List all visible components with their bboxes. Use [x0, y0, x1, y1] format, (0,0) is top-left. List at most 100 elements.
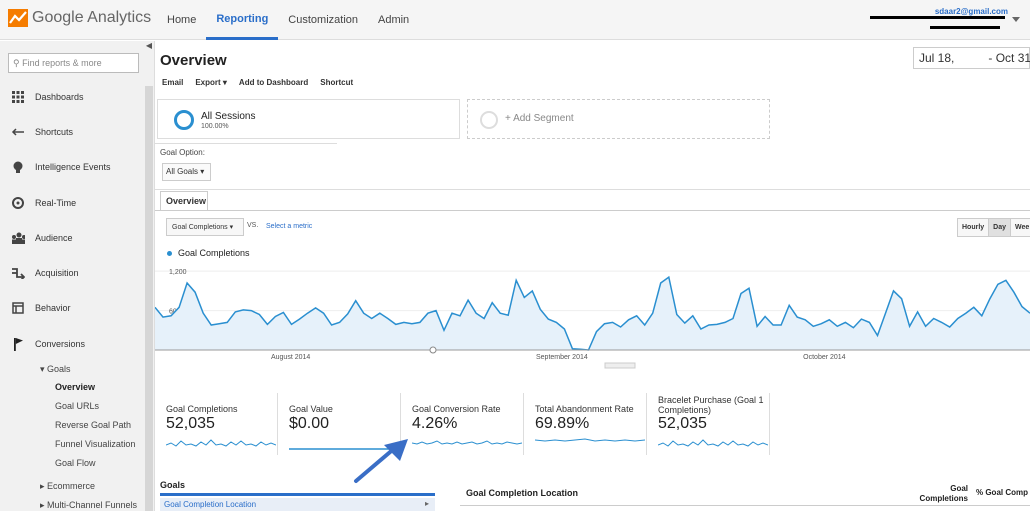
email-button[interactable]: Email — [162, 78, 183, 87]
nav-customization[interactable]: Customization — [278, 0, 368, 40]
scorecard-goal-conversion-rate[interactable]: Goal Conversion Rate 4.26% — [406, 393, 524, 455]
scorecard-value: $0.00 — [289, 415, 330, 432]
google-analytics-logo[interactable]: Google Analytics — [8, 9, 151, 27]
date-end: - Oct 31 — [988, 51, 1030, 65]
date-range-picker[interactable]: Jul 18, - Oct 31 — [913, 47, 1030, 69]
sidebar-item-ecommerce[interactable]: ▸ Ecommerce — [40, 481, 95, 492]
scorecards: Goal Completions 52,035 Goal Value $0.00… — [160, 393, 1030, 455]
scorecard-value: 69.89% — [535, 415, 590, 432]
scorecard-title: Bracelet Purchase (Goal 1 Completions) — [658, 395, 764, 415]
date-start: Jul 18, — [919, 51, 955, 65]
x-tick-label: August 2014 — [271, 354, 310, 361]
sidebar-item-label: Dashboards — [35, 92, 84, 102]
chart-legend: Goal Completions — [167, 248, 250, 258]
flag-icon — [11, 337, 25, 351]
sidebar-item-label: Audience — [35, 233, 73, 243]
sidebar-item-goals[interactable]: ▾ Goals — [40, 364, 71, 375]
chevron-right-icon: ▸ — [424, 499, 429, 508]
collapse-sidebar-icon[interactable]: ◀ — [144, 41, 154, 55]
analytics-logo-icon — [8, 9, 28, 27]
add-segment-circle-icon — [480, 111, 498, 129]
divider — [155, 210, 1030, 211]
segment-all-sessions[interactable]: All Sessions 100.00% — [157, 99, 460, 139]
sidebar-item-real-time[interactable]: Real-Time — [0, 191, 145, 215]
sidebar-item-acquisition[interactable]: Acquisition — [0, 261, 145, 285]
clock-icon — [11, 196, 25, 210]
people-icon — [11, 231, 25, 245]
segment-label: All Sessions — [201, 111, 256, 122]
account-dropdown-icon[interactable] — [1012, 17, 1020, 22]
add-to-dashboard-button[interactable]: Add to Dashboard — [239, 78, 308, 87]
behavior-window-icon — [11, 301, 25, 315]
redaction-bar — [870, 16, 1005, 19]
sidebar-item-multi-channel-funnels[interactable]: ▸ Multi-Channel Funnels — [40, 500, 137, 511]
sidebar-subitem-goal-flow[interactable]: Goal Flow — [55, 458, 96, 468]
shortcut-button[interactable]: Shortcut — [320, 78, 353, 87]
sidebar-subitem-reverse-goal-path[interactable]: Reverse Goal Path — [55, 420, 131, 430]
goal-option-select[interactable]: All Goals ▾ — [162, 163, 211, 181]
week-button[interactable]: Wee — [1011, 219, 1030, 236]
sidebar-item-intelligence-events[interactable]: Intelligence Events — [0, 155, 145, 179]
sidebar-item-audience[interactable]: Audience — [0, 226, 145, 250]
scorecard-value: 4.26% — [412, 415, 458, 432]
add-segment-button[interactable]: + Add Segment — [467, 99, 770, 139]
account-email[interactable]: sdaar2@gmail.com — [935, 7, 1008, 16]
sidebar-subitem-funnel-visualization[interactable]: Funnel Visualization — [55, 439, 135, 449]
sidebar-item-dashboards[interactable]: Dashboards — [0, 85, 145, 109]
sidebar: ⚲ Find reports & more ◀ Dashboards Short… — [0, 41, 155, 511]
goals-row-completion-location[interactable]: Goal Completion Location ▸ — [160, 498, 435, 511]
vs-label: VS. — [247, 222, 259, 229]
sidebar-item-label: Behavior — [35, 303, 71, 313]
divider — [155, 143, 337, 144]
tab-overview[interactable]: Overview — [160, 191, 208, 211]
legend-label: Goal Completions — [178, 248, 250, 258]
x-tick-label: October 2014 — [803, 354, 846, 361]
scorecard-value: 52,035 — [166, 415, 215, 432]
scorecard-total-abandonment-rate[interactable]: Total Abandonment Rate 69.89% — [529, 393, 647, 455]
day-button[interactable]: Day — [989, 219, 1012, 236]
nav-reporting[interactable]: Reporting — [206, 0, 279, 40]
report-toolbar: Email Export ▾ Add to Dashboard Shortcut — [162, 78, 365, 87]
sidebar-scrollbar[interactable] — [145, 86, 153, 511]
sidebar-item-label: Intelligence Events — [35, 162, 111, 172]
redaction-bar — [930, 26, 1000, 29]
sidebar-item-label: Real-Time — [35, 198, 77, 208]
export-button[interactable]: Export ▾ — [195, 78, 227, 87]
lightbulb-icon — [11, 160, 25, 174]
nav-home[interactable]: Home — [157, 0, 206, 40]
segment-circle-icon — [174, 110, 194, 130]
column-header-location[interactable]: Goal Completion Location — [466, 488, 578, 498]
sidebar-item-conversions[interactable]: Conversions — [0, 332, 145, 356]
goal-option-label: Goal Option: — [160, 148, 205, 157]
chart-expand-handle — [604, 362, 636, 369]
sidebar-subitem-goal-urls[interactable]: Goal URLs — [55, 401, 99, 411]
y-tick-label: 1,200 — [169, 269, 187, 276]
legend-dot — [167, 250, 172, 256]
metric-select[interactable]: Goal Completions ▾ — [166, 218, 244, 236]
sidebar-item-behavior[interactable]: Behavior — [0, 296, 145, 320]
goal-completions-chart: 1,200600August 2014September 2014October… — [155, 269, 1030, 369]
sidebar-subitem-overview[interactable]: Overview — [55, 382, 95, 392]
x-tick-label: September 2014 — [536, 354, 588, 361]
goals-row-label: Goal Completion Location — [164, 500, 257, 509]
shortcut-arrow-icon — [11, 125, 25, 139]
logo-text: Google Analytics — [32, 9, 152, 26]
column-header-percent[interactable]: % Goal Comp — [976, 488, 1028, 497]
sparkline — [166, 439, 276, 447]
select-metric-link[interactable]: Select a metric — [266, 223, 312, 230]
nav-admin[interactable]: Admin — [368, 0, 419, 40]
scorecard-goal-completions[interactable]: Goal Completions 52,035 — [160, 393, 278, 455]
scorecard-value: 52,035 — [658, 415, 707, 432]
top-bar: Google Analytics Home Reporting Customiz… — [0, 0, 1030, 40]
search-input[interactable]: ⚲ Find reports & more — [8, 53, 139, 73]
segment-percent: 100.00% — [201, 123, 229, 130]
search-icon: ⚲ — [13, 58, 20, 68]
column-header-completions[interactable]: Goal Completions — [910, 484, 968, 504]
top-navigation: Home Reporting Customization Admin — [157, 0, 419, 40]
sparkline — [658, 439, 768, 447]
scorecard-bracelet-purchase[interactable]: Bracelet Purchase (Goal 1 Completions) 5… — [652, 393, 770, 455]
scorecard-title: Goal Completions — [166, 404, 238, 414]
hourly-button[interactable]: Hourly — [958, 219, 990, 236]
sidebar-item-shortcuts[interactable]: Shortcuts — [0, 120, 145, 144]
grid-icon — [11, 90, 25, 104]
